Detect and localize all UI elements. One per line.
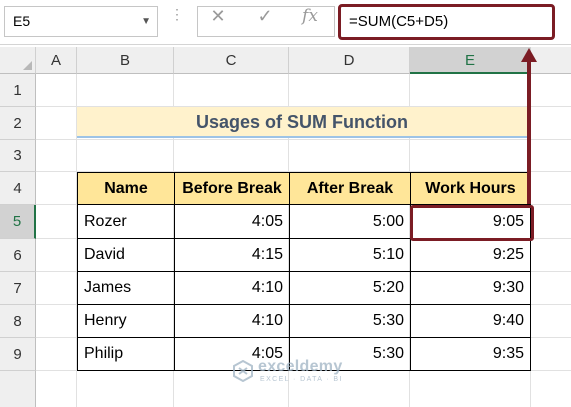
table-header-name[interactable]: Name bbox=[78, 173, 175, 205]
callout-arrow-line bbox=[527, 58, 531, 204]
column-header-d[interactable]: D bbox=[289, 47, 410, 74]
row-header-4[interactable]: 4 bbox=[0, 172, 36, 205]
table-header-work-hours[interactable]: Work Hours bbox=[411, 173, 531, 205]
table-header-after-break[interactable]: After Break bbox=[290, 173, 411, 205]
column-header-f[interactable] bbox=[531, 47, 571, 74]
table-cell-name[interactable]: Rozer bbox=[78, 205, 175, 239]
table-cell-after-break[interactable]: 5:00 bbox=[290, 205, 411, 239]
select-all-button[interactable] bbox=[0, 47, 36, 74]
name-box[interactable]: E5 ▼ bbox=[4, 6, 158, 37]
column-header-e[interactable]: E bbox=[410, 47, 531, 74]
table-cell-before-break[interactable]: 4:05 bbox=[175, 205, 290, 239]
table-cell-name[interactable]: Henry bbox=[78, 305, 175, 338]
cancel-icon[interactable]: ✕ bbox=[207, 6, 229, 26]
table-cell-work-hours[interactable]: 9:25 bbox=[411, 239, 531, 272]
column-header-a[interactable]: A bbox=[36, 47, 77, 74]
row-header-1[interactable]: 1 bbox=[0, 74, 36, 107]
table-header-before-break[interactable]: Before Break bbox=[175, 173, 290, 205]
row-header-10[interactable] bbox=[0, 371, 36, 407]
table-cell-before-break[interactable]: 4:15 bbox=[175, 239, 290, 272]
table-cell-work-hours[interactable]: 9:30 bbox=[411, 272, 531, 305]
row-header-6[interactable]: 6 bbox=[0, 239, 36, 272]
table-cell-work-hours[interactable]: 9:35 bbox=[411, 338, 531, 371]
exceldemy-logo-icon bbox=[233, 360, 253, 382]
chevron-down-icon[interactable]: ▼ bbox=[141, 7, 151, 36]
table-cell-name[interactable]: James bbox=[78, 272, 175, 305]
row-header-3[interactable]: 3 bbox=[0, 140, 36, 172]
watermark-brand: exceldemy bbox=[258, 358, 343, 375]
table-cell-before-break[interactable]: 4:10 bbox=[175, 305, 290, 338]
selected-cell-highlight bbox=[410, 205, 534, 241]
drag-handle-icon[interactable]: ⋮ bbox=[170, 7, 184, 34]
column-header-b[interactable]: B bbox=[77, 47, 174, 74]
formula-input[interactable]: =SUM(C5+D5) bbox=[338, 4, 555, 40]
row-header-9[interactable]: 9 bbox=[0, 338, 36, 371]
table-cell-after-break[interactable]: 5:10 bbox=[290, 239, 411, 272]
watermark-tagline: EXCEL · DATA · BI bbox=[260, 376, 343, 383]
column-header-c[interactable]: C bbox=[174, 47, 289, 74]
gridline bbox=[36, 139, 571, 140]
row-header-8[interactable]: 8 bbox=[0, 305, 36, 338]
table-cell-name[interactable]: Philip bbox=[78, 338, 175, 371]
sheet-title[interactable]: Usages of SUM Function bbox=[77, 107, 527, 138]
arrow-up-icon bbox=[521, 48, 537, 62]
data-table: Name Before Break After Break Work Hours… bbox=[77, 172, 531, 371]
table-cell-work-hours[interactable]: 9:40 bbox=[411, 305, 531, 338]
table-cell-name[interactable]: David bbox=[78, 239, 175, 272]
table-cell-after-break[interactable]: 5:20 bbox=[290, 272, 411, 305]
table-cell-after-break[interactable]: 5:30 bbox=[290, 305, 411, 338]
row-header-7[interactable]: 7 bbox=[0, 272, 36, 305]
name-box-value: E5 bbox=[13, 13, 31, 29]
row-header-2[interactable]: 2 bbox=[0, 107, 36, 140]
enter-icon[interactable]: ✓ bbox=[254, 6, 276, 26]
insert-function-icon[interactable]: fx bbox=[299, 6, 321, 26]
table-cell-before-break[interactable]: 4:10 bbox=[175, 272, 290, 305]
row-header-5[interactable]: 5 bbox=[0, 205, 36, 239]
